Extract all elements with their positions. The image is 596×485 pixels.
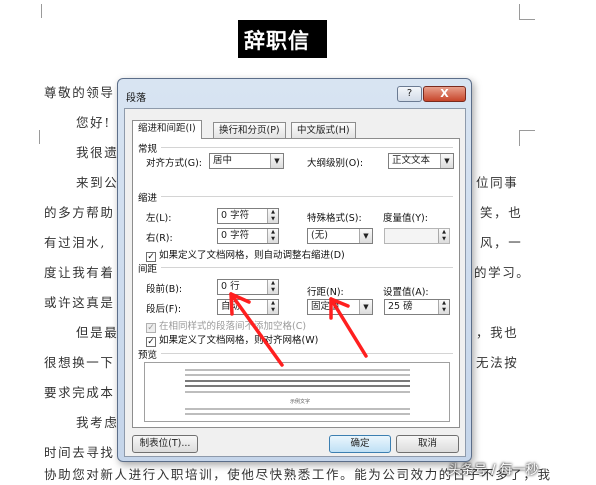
spinner-arrows-icon: ▲ ▼	[438, 229, 449, 243]
spacing-at-value: 25 磅	[388, 301, 413, 312]
doc-line: 时间去寻找	[44, 445, 115, 460]
alignment-label: 对齐方式(G):	[146, 158, 202, 169]
space-after-label: 段后(F):	[146, 304, 182, 315]
tab-page-indent-spacing: 常规 对齐方式(G): 居中 ▼ 大纲级别(O): 正文文本 ▼ 缩进 左(L)…	[132, 138, 460, 428]
tab-indent-spacing[interactable]: 缩进和间距(I)	[132, 120, 202, 139]
doc-line: 来到公	[76, 175, 119, 190]
special-indent-label: 特殊格式(S):	[307, 213, 362, 224]
preview-line	[185, 380, 410, 382]
cancel-button[interactable]: 取消	[396, 435, 459, 453]
line-spacing-label: 行距(N):	[307, 287, 344, 298]
dialog-client-area: 缩进和间距(I) 换行和分页(P) 中文版式(H) 常规 对齐方式(G): 居中…	[124, 108, 466, 457]
alignment-select[interactable]: 居中 ▼	[209, 153, 284, 169]
indent-left-value: 0 字符	[221, 210, 250, 221]
indent-right-spinner[interactable]: 0 字符 ▲ ▼	[217, 228, 279, 244]
preview-line	[185, 374, 410, 376]
ok-button[interactable]: 确定	[329, 435, 391, 453]
close-button[interactable]: X	[423, 86, 466, 102]
doc-line: 您好!	[76, 115, 111, 130]
tab-asian-typography[interactable]: 中文版式(H)	[291, 122, 356, 138]
spacing-at-label: 设置值(A):	[383, 287, 429, 298]
spinner-arrows-icon: ▲ ▼	[267, 229, 278, 243]
outline-level-value: 正文文本	[392, 155, 431, 166]
indent-by-spinner[interactable]: ▲ ▼	[384, 228, 450, 244]
space-after-spinner[interactable]: 自动 ▲ ▼	[217, 299, 279, 315]
doc-line: 有过泪水,	[44, 235, 106, 250]
line-spacing-value: 固定值	[311, 301, 340, 312]
crop-mark-top-right	[519, 4, 535, 20]
doc-line: 要求完成本	[44, 385, 115, 400]
preview-sample-text: 示例文字	[290, 399, 311, 405]
spinner-arrows-icon: ▲ ▼	[267, 209, 278, 223]
doc-line: ，我也	[476, 325, 519, 340]
preview-line	[185, 413, 410, 415]
check-icon: ✓	[146, 337, 156, 347]
preview-pane: 示例文字	[144, 362, 450, 422]
indent-right-label: 右(R):	[146, 233, 173, 244]
indent-left-label: 左(L):	[146, 213, 172, 224]
doc-line: 的学习。	[474, 265, 531, 280]
chevron-down-icon: ▼	[359, 300, 372, 314]
doc-line: 或许这真是	[44, 295, 115, 310]
doc-line: 风，一	[480, 235, 523, 250]
doc-line: 笑，也	[480, 205, 523, 220]
snap-to-grid-checkbox[interactable]: ✓ 如果定义了文档网格，则对齐网格(W)	[146, 332, 318, 347]
preview-line	[185, 369, 410, 371]
crop-mark-mid-right	[519, 130, 535, 146]
chevron-down-icon: ▼	[270, 154, 283, 168]
spinner-arrows-icon: ▲ ▼	[267, 280, 278, 294]
doc-line: 尊敬的领导	[44, 85, 115, 100]
outline-level-select[interactable]: 正文文本 ▼	[388, 153, 454, 169]
doc-line: 的多方帮助	[44, 205, 115, 220]
section-preview: 预览	[138, 350, 158, 361]
auto-adjust-right-indent-checkbox[interactable]: ✓ 如果定义了文档网格，则自动调整右缩进(D)	[146, 247, 345, 262]
outline-level-label: 大纲级别(O):	[307, 158, 364, 169]
dialog-title: 段落	[126, 93, 146, 104]
crop-mark-mid-left	[34, 130, 40, 144]
section-indentation: 缩进	[138, 193, 158, 204]
doc-line: 我考虑	[76, 415, 119, 430]
section-general: 常规	[138, 144, 158, 155]
no-space-same-style-label: 在相同样式的段落间不添加空格(C)	[159, 321, 307, 332]
space-before-spinner[interactable]: 0 行 ▲ ▼	[217, 279, 279, 295]
no-space-same-style-checkbox[interactable]: ✓ 在相同样式的段落间不添加空格(C)	[146, 318, 306, 333]
special-indent-select[interactable]: (无) ▼	[307, 228, 373, 244]
doc-line: 很想换一下	[44, 355, 115, 370]
preview-line	[185, 385, 410, 387]
spinner-arrows-icon: ▲ ▼	[438, 300, 449, 314]
divider	[161, 196, 453, 197]
divider	[161, 147, 453, 148]
tabs-button[interactable]: 制表位(T)...	[132, 435, 198, 453]
doc-line: 我很遗	[76, 145, 119, 160]
paragraph-dialog: 段落 ? X 缩进和间距(I) 换行和分页(P) 中文版式(H) 常规 对齐方式…	[117, 78, 472, 462]
indent-right-value: 0 字符	[221, 230, 250, 241]
doc-line: 度让我有着	[44, 265, 115, 280]
line-spacing-select[interactable]: 固定值 ▼	[307, 299, 373, 315]
divider	[161, 267, 453, 268]
preview-line	[185, 408, 410, 410]
alignment-value: 居中	[213, 155, 233, 166]
section-spacing: 间距	[138, 264, 158, 275]
indent-left-spinner[interactable]: 0 字符 ▲ ▼	[217, 208, 279, 224]
chevron-down-icon: ▼	[440, 154, 453, 168]
doc-line: 位同事	[476, 175, 519, 190]
space-after-value: 自动	[221, 301, 241, 312]
space-before-label: 段前(B):	[146, 284, 183, 295]
snap-to-grid-label: 如果定义了文档网格，则对齐网格(W)	[159, 335, 319, 346]
spacing-at-spinner[interactable]: 25 磅 ▲ ▼	[384, 299, 450, 315]
tab-line-page-breaks[interactable]: 换行和分页(P)	[213, 122, 286, 138]
indent-by-label: 度量值(Y):	[383, 213, 428, 224]
special-indent-value: (无)	[311, 230, 328, 241]
auto-adjust-label: 如果定义了文档网格，则自动调整右缩进(D)	[159, 250, 345, 261]
help-button[interactable]: ?	[397, 86, 422, 102]
chevron-down-icon: ▼	[359, 229, 372, 243]
preview-line	[185, 391, 410, 393]
space-before-value: 0 行	[221, 281, 240, 292]
doc-line: 无法按	[476, 355, 519, 370]
doc-line: 但是最	[76, 325, 119, 340]
divider	[161, 353, 453, 354]
document-title: 辞职信	[244, 28, 310, 53]
spinner-arrows-icon: ▲ ▼	[267, 300, 278, 314]
crop-mark-top-left	[36, 4, 42, 18]
